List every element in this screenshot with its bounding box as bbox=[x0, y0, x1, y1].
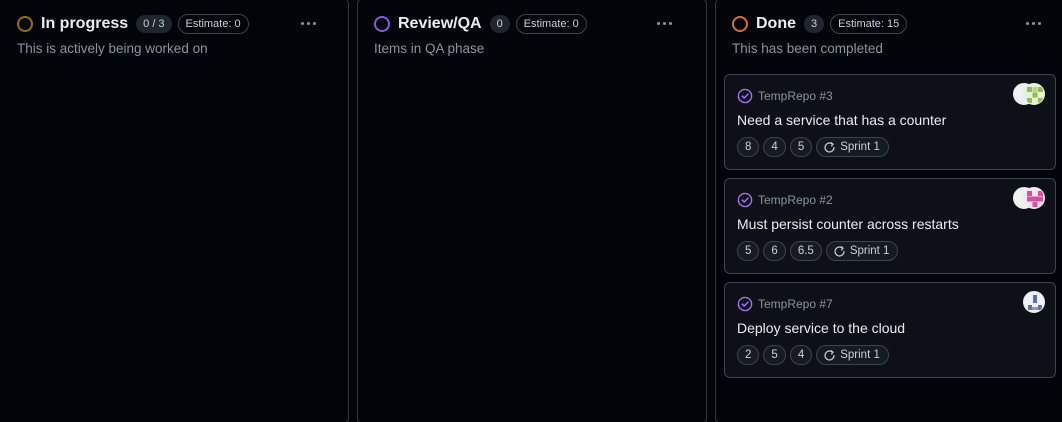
status-circle-icon bbox=[732, 16, 748, 32]
column-description: This has been completed bbox=[732, 41, 883, 56]
issue-reference-text: TempRepo #2 bbox=[758, 193, 833, 207]
column-title: Review/QA bbox=[398, 15, 482, 32]
iteration-label: Sprint 1 bbox=[849, 245, 890, 257]
avatar[interactable] bbox=[1023, 291, 1045, 313]
issue-title[interactable]: Need a service that has a counter bbox=[737, 112, 946, 128]
issue-reference-text: TempRepo #7 bbox=[758, 297, 833, 311]
card-fields: 5 6 6.5 Sprint 1 bbox=[737, 241, 899, 261]
column-description: Items in QA phase bbox=[374, 41, 485, 56]
iteration-pill[interactable]: Sprint 1 bbox=[825, 241, 899, 261]
assignees bbox=[1013, 83, 1045, 107]
column-menu-button[interactable] bbox=[294, 11, 322, 35]
issue-reference-text: TempRepo #3 bbox=[758, 89, 833, 103]
field-value-pill[interactable]: 6 bbox=[763, 241, 786, 261]
field-value-pill[interactable]: 5 bbox=[789, 137, 813, 157]
column-in-progress: In progress 0 / 3 Estimate: 0 This is ac… bbox=[0, 0, 349, 422]
assignees bbox=[1023, 291, 1045, 315]
field-value-pill[interactable]: 4 bbox=[789, 345, 813, 365]
iteration-icon bbox=[824, 349, 835, 361]
column-title: Done bbox=[756, 15, 796, 32]
issue-card[interactable]: TempRepo #3 Need a service that has a co… bbox=[724, 74, 1056, 170]
card-fields: 2 5 4 Sprint 1 bbox=[737, 345, 889, 365]
closed-issue-icon bbox=[737, 88, 753, 104]
column-review-qa: Review/QA 0 Estimate: 0 Items in QA phas… bbox=[357, 0, 707, 422]
field-value-pill[interactable]: 6.5 bbox=[789, 241, 822, 261]
closed-issue-icon bbox=[737, 192, 753, 208]
item-count-badge: 0 bbox=[489, 15, 510, 33]
field-value-pill[interactable]: 5 bbox=[737, 241, 760, 261]
field-value-pill[interactable]: 8 bbox=[737, 137, 760, 157]
issue-reference[interactable]: TempRepo #2 bbox=[737, 192, 833, 208]
field-value-pill[interactable]: 4 bbox=[763, 137, 786, 157]
issue-title[interactable]: Deploy service to the cloud bbox=[737, 320, 905, 336]
iteration-icon bbox=[834, 245, 845, 257]
column-title: In progress bbox=[41, 15, 129, 32]
card-fields: 8 4 5 Sprint 1 bbox=[737, 137, 889, 157]
status-circle-icon bbox=[374, 16, 390, 32]
field-value-pill[interactable]: 2 bbox=[737, 345, 760, 365]
iteration-pill[interactable]: Sprint 1 bbox=[816, 137, 889, 157]
estimate-badge: Estimate: 0 bbox=[177, 14, 249, 34]
iteration-label: Sprint 1 bbox=[840, 349, 880, 361]
avatar[interactable] bbox=[1023, 187, 1045, 209]
issue-reference[interactable]: TempRepo #3 bbox=[737, 88, 833, 104]
column-header: Review/QA 0 Estimate: 0 bbox=[358, 13, 706, 35]
estimate-badge: Estimate: 15 bbox=[830, 14, 908, 34]
column-description: This is actively being worked on bbox=[17, 41, 208, 56]
item-count-badge: 3 bbox=[804, 15, 825, 33]
estimate-badge: Estimate: 0 bbox=[515, 14, 587, 34]
column-menu-button[interactable] bbox=[1019, 11, 1047, 35]
status-circle-icon bbox=[17, 16, 33, 32]
issue-card[interactable]: TempRepo #2 Must persist counter across … bbox=[724, 178, 1056, 274]
iteration-icon bbox=[824, 141, 835, 153]
field-value-pill[interactable]: 5 bbox=[763, 345, 786, 365]
iteration-label: Sprint 1 bbox=[840, 141, 880, 153]
assignees bbox=[1013, 187, 1045, 211]
iteration-pill[interactable]: Sprint 1 bbox=[816, 345, 889, 365]
column-header: Done 3 Estimate: 15 bbox=[716, 13, 1062, 35]
project-board: In progress 0 / 3 Estimate: 0 This is ac… bbox=[0, 0, 1062, 422]
closed-issue-icon bbox=[737, 296, 753, 312]
column-done: Done 3 Estimate: 15 This has been comple… bbox=[715, 0, 1062, 422]
issue-reference[interactable]: TempRepo #7 bbox=[737, 296, 833, 312]
item-count-badge: 0 / 3 bbox=[136, 15, 172, 33]
column-menu-button[interactable] bbox=[650, 11, 678, 35]
issue-card[interactable]: TempRepo #7 Deploy service to the cloud … bbox=[724, 282, 1056, 378]
column-header: In progress 0 / 3 Estimate: 0 bbox=[0, 13, 348, 35]
avatar[interactable] bbox=[1023, 83, 1045, 105]
issue-title[interactable]: Must persist counter across restarts bbox=[737, 216, 959, 232]
